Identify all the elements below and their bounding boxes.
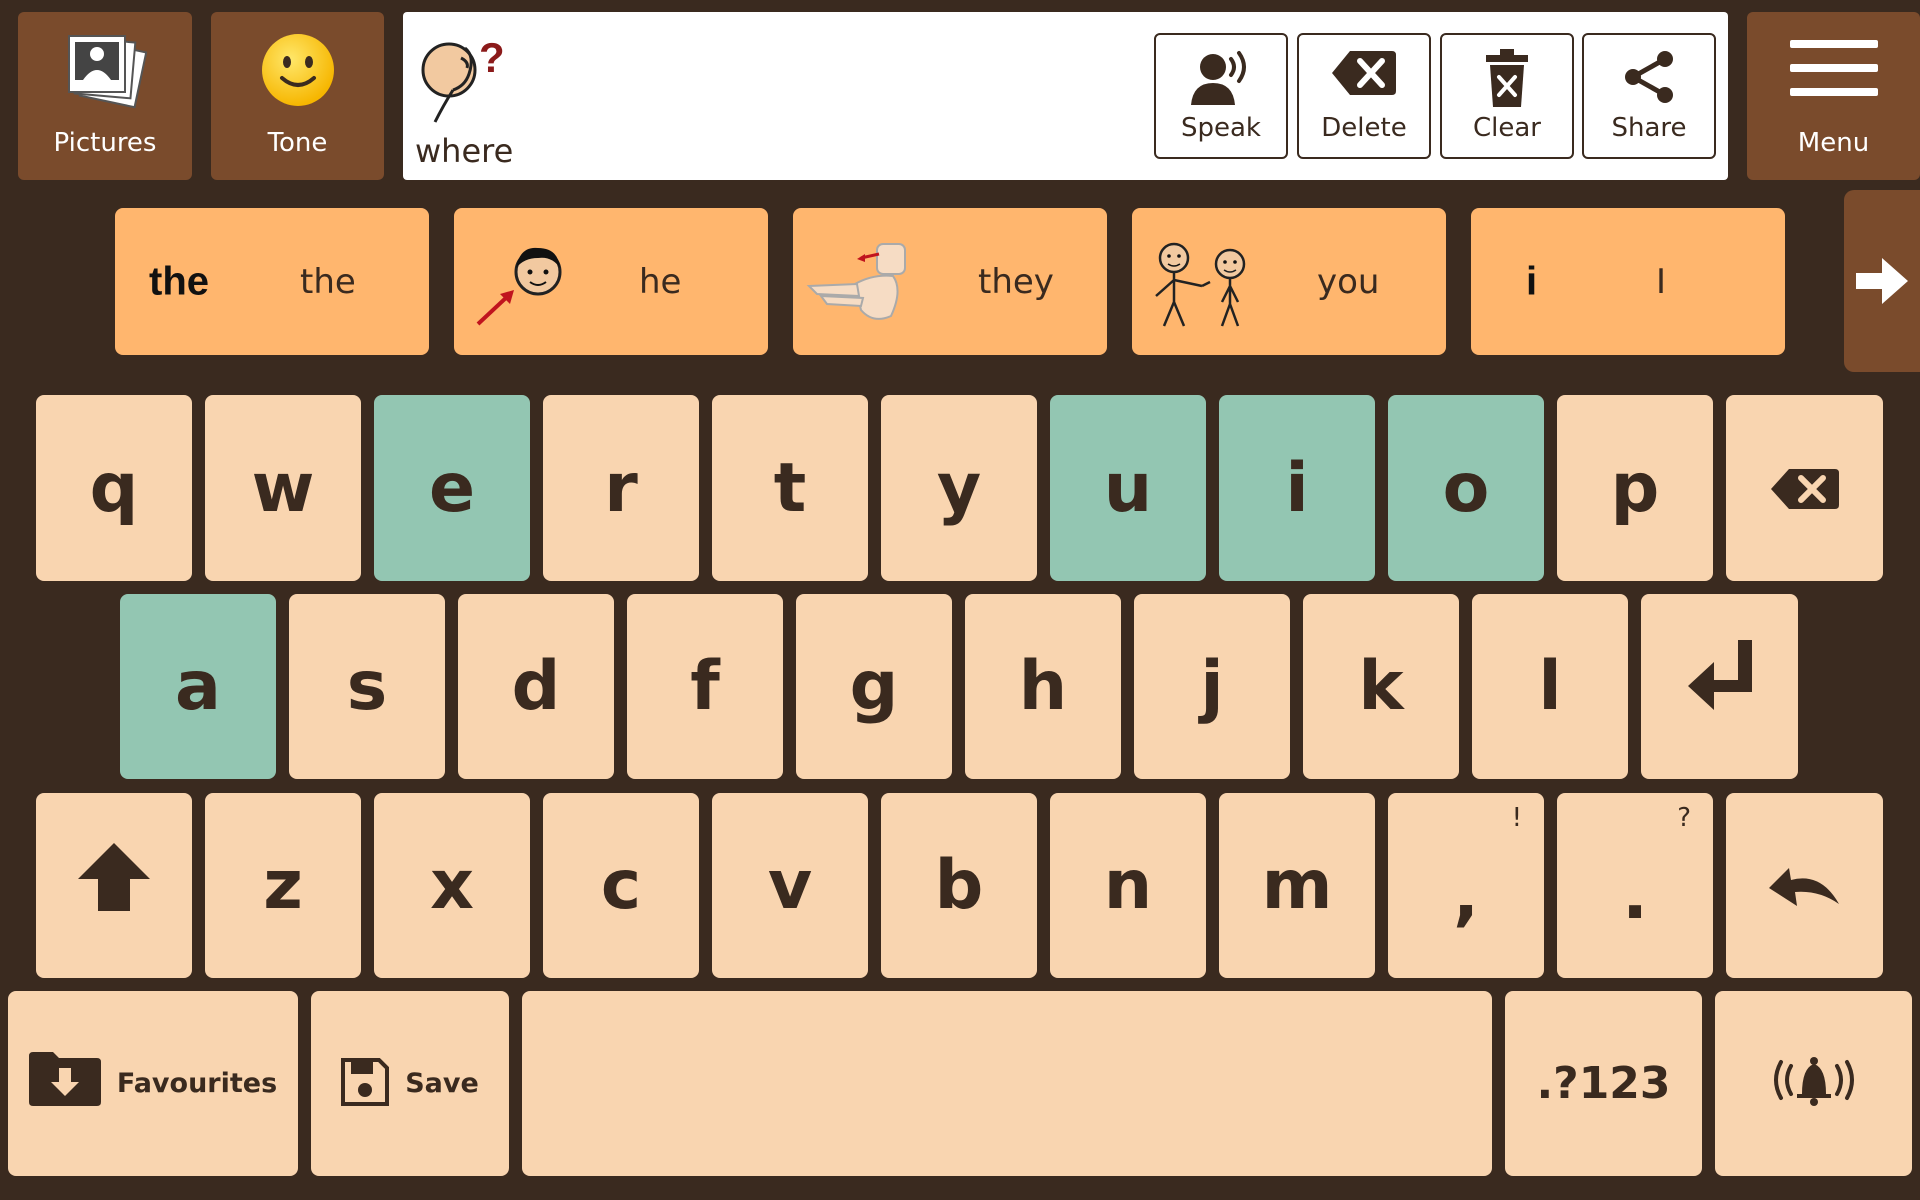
suggestion-word: you [1317,261,1380,302]
suggestion-word: they [978,261,1054,302]
key-d[interactable]: d [458,594,614,779]
key-f[interactable]: f [627,594,783,779]
share-label: Share [1611,113,1687,143]
key-o[interactable]: o [1388,395,1544,581]
they-symbol-icon [803,240,913,328]
backspace-icon [1769,449,1841,528]
key-g[interactable]: g [796,594,952,779]
key-undo[interactable] [1726,793,1883,978]
save-button[interactable]: Save [311,991,509,1176]
alert-button[interactable] [1715,991,1912,1176]
suggestion-i[interactable]: i I [1471,208,1785,355]
bell-icon [1769,1044,1859,1123]
share-button[interactable]: Share [1582,33,1716,159]
key-e[interactable]: e [374,395,530,581]
message-bar[interactable]: ? where Speak Delete Clear Share [403,12,1728,180]
key-c[interactable]: c [543,793,699,978]
key-t[interactable]: t [712,395,868,581]
trash-icon [1484,49,1530,114]
speaking-head-icon [1189,49,1253,112]
folder-download-icon [28,1044,101,1123]
suggestion-they[interactable]: they [793,208,1107,355]
floppy-icon [341,1044,390,1123]
key-s[interactable]: s [289,594,445,779]
key-j[interactable]: j [1134,594,1290,779]
key-period-alt: ? [1677,803,1691,833]
tone-label: Tone [267,128,328,158]
speak-button[interactable]: Speak [1154,33,1288,159]
key-comma[interactable]: ! , [1388,793,1544,978]
question-mark: ? [479,34,505,81]
speak-label: Speak [1181,113,1261,143]
suggestion-symbol-text: the [149,259,209,303]
clear-button[interactable]: Clear [1440,33,1574,159]
suggestion-the[interactable]: the the [115,208,429,355]
key-a[interactable]: a [120,594,276,779]
menu-label: Menu [1797,128,1870,158]
arrow-right-icon [1856,256,1908,310]
key-u[interactable]: u [1050,395,1206,581]
where-symbol: ? [413,26,523,136]
numbers-button[interactable]: .?123 [1505,991,1702,1176]
menu-button[interactable]: Menu [1747,12,1920,180]
key-p[interactable]: p [1557,395,1713,581]
delete-label: Delete [1321,113,1407,143]
undo-icon [1768,846,1841,925]
favourites-button[interactable]: Favourites [8,991,298,1176]
numbers-label: .?123 [1536,1058,1671,1109]
next-suggestions-button[interactable] [1844,190,1920,372]
clear-label: Clear [1473,113,1541,143]
key-enter[interactable] [1641,594,1798,779]
suggestion-he[interactable]: he [454,208,768,355]
arrow-up-icon [78,843,150,928]
backspace-icon [1330,49,1398,104]
key-shift[interactable] [36,793,192,978]
key-r[interactable]: r [543,395,699,581]
message-word: where [415,132,514,170]
photo-stack-icon [63,32,148,123]
key-n[interactable]: n [1050,793,1206,978]
tone-button[interactable]: Tone [211,12,384,180]
smiley-icon [260,32,336,115]
pictures-label: Pictures [53,128,157,158]
key-h[interactable]: h [965,594,1121,779]
hamburger-icon [1789,40,1878,103]
enter-icon [1687,640,1752,733]
key-period[interactable]: ? . [1557,793,1713,978]
key-x[interactable]: x [374,793,530,978]
suggestion-word: I [1656,261,1667,302]
suggestion-word: the [300,261,356,302]
delete-button[interactable]: Delete [1297,33,1431,159]
key-space[interactable] [522,991,1492,1176]
pictures-button[interactable]: Pictures [18,12,192,180]
suggestion-you[interactable]: you [1132,208,1446,355]
key-v[interactable]: v [712,793,868,978]
key-l[interactable]: l [1472,594,1628,779]
key-backspace[interactable] [1726,395,1883,581]
key-comma-alt: ! [1511,803,1522,833]
you-symbol-icon [1144,238,1254,332]
save-label: Save [405,1068,479,1099]
key-m[interactable]: m [1219,793,1375,978]
suggestion-word: he [639,261,682,302]
key-z[interactable]: z [205,793,361,978]
favourites-label: Favourites [116,1068,278,1099]
key-i[interactable]: i [1219,395,1375,581]
key-q[interactable]: q [36,395,192,581]
he-symbol-icon [474,238,570,332]
key-b[interactable]: b [881,793,1037,978]
key-y[interactable]: y [881,395,1037,581]
suggestion-symbol-text: i [1526,259,1538,303]
key-w[interactable]: w [205,395,361,581]
share-icon [1621,49,1677,112]
key-k[interactable]: k [1303,594,1459,779]
